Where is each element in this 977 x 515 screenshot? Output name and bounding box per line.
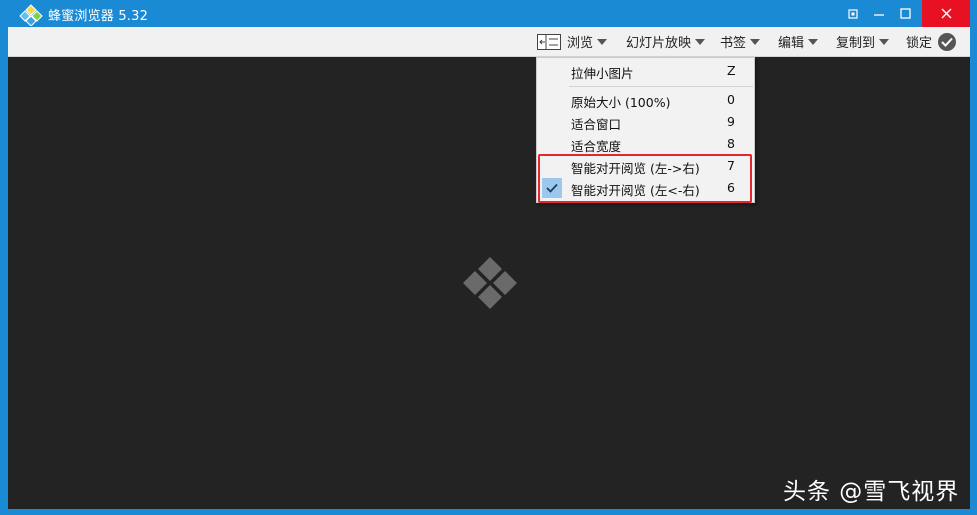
menu-item-label: 适合宽度 bbox=[571, 139, 622, 154]
app-logo-icon bbox=[19, 4, 43, 26]
minimize-icon bbox=[874, 13, 884, 16]
menu-item-label: 拉伸小图片 bbox=[571, 66, 634, 81]
menu-separator bbox=[569, 86, 753, 87]
title-bar[interactable]: 蜂蜜浏览器 5.32 bbox=[0, 0, 977, 27]
toolbar-lock-button[interactable]: 锁定 bbox=[906, 27, 957, 56]
minimize-button[interactable] bbox=[866, 0, 892, 27]
chevron-down-icon bbox=[750, 38, 761, 45]
menu-item-fit-window[interactable]: 适合窗口 9 bbox=[537, 111, 754, 133]
toolbar-copyto-label: 复制到 bbox=[836, 36, 876, 51]
chevron-down-icon bbox=[597, 38, 608, 45]
annotation-highlight-box bbox=[538, 154, 752, 203]
check-circle-icon bbox=[938, 32, 957, 51]
menu-item-shortcut: Z bbox=[727, 63, 736, 78]
toolbar-bookmarks-label: 书签 bbox=[720, 36, 747, 51]
maximize-button[interactable] bbox=[892, 0, 918, 27]
toolbar: 浏览 幻灯片放映 书签 编辑 复制到 锁定 bbox=[8, 27, 970, 57]
close-button[interactable] bbox=[922, 0, 970, 27]
menu-item-shortcut: 9 bbox=[727, 114, 735, 129]
app-window: 蜂蜜浏览器 5.32 浏览 幻灯片放映 书签 编辑 复制到 锁定 头条 @雪飞视… bbox=[0, 0, 977, 515]
menu-item-fit-width[interactable]: 适合宽度 8 bbox=[537, 133, 754, 155]
chevron-down-icon bbox=[879, 38, 890, 45]
browse-panel-icon bbox=[537, 33, 561, 50]
watermark-text: 头条 @雪飞视界 bbox=[783, 479, 960, 505]
menu-item-original-size[interactable]: 原始大小 (100%) 0 bbox=[537, 89, 754, 111]
toolbar-lock-label: 锁定 bbox=[906, 36, 933, 51]
maximize-icon bbox=[899, 8, 911, 19]
chevron-down-icon bbox=[695, 38, 706, 45]
toolbar-browse-menu[interactable]: 浏览 bbox=[537, 27, 608, 56]
toolbar-slideshow-label: 幻灯片放映 bbox=[626, 36, 692, 51]
toolbar-slideshow-menu[interactable]: 幻灯片放映 bbox=[626, 27, 706, 56]
restore-small-icon bbox=[848, 8, 858, 19]
menu-item-label: 适合窗口 bbox=[571, 117, 622, 132]
restore-small-button[interactable] bbox=[840, 0, 866, 27]
image-viewer-area[interactable]: 头条 @雪飞视界 bbox=[8, 57, 970, 509]
toolbar-bookmarks-menu[interactable]: 书签 bbox=[720, 27, 761, 56]
toolbar-edit-menu[interactable]: 编辑 bbox=[778, 27, 819, 56]
menu-item-label: 原始大小 (100%) bbox=[571, 95, 671, 110]
chevron-down-icon bbox=[808, 38, 819, 45]
menu-item-shortcut: 0 bbox=[727, 92, 735, 107]
toolbar-browse-label: 浏览 bbox=[567, 36, 594, 51]
close-icon bbox=[941, 8, 951, 19]
placeholder-logo-icon bbox=[463, 257, 517, 309]
menu-item-shortcut: 8 bbox=[727, 136, 735, 151]
menu-item-stretch-small[interactable]: 拉伸小图片 Z bbox=[537, 60, 754, 82]
toolbar-edit-label: 编辑 bbox=[778, 36, 805, 51]
toolbar-copyto-menu[interactable]: 复制到 bbox=[836, 27, 890, 56]
window-title: 蜂蜜浏览器 5.32 bbox=[48, 9, 149, 24]
